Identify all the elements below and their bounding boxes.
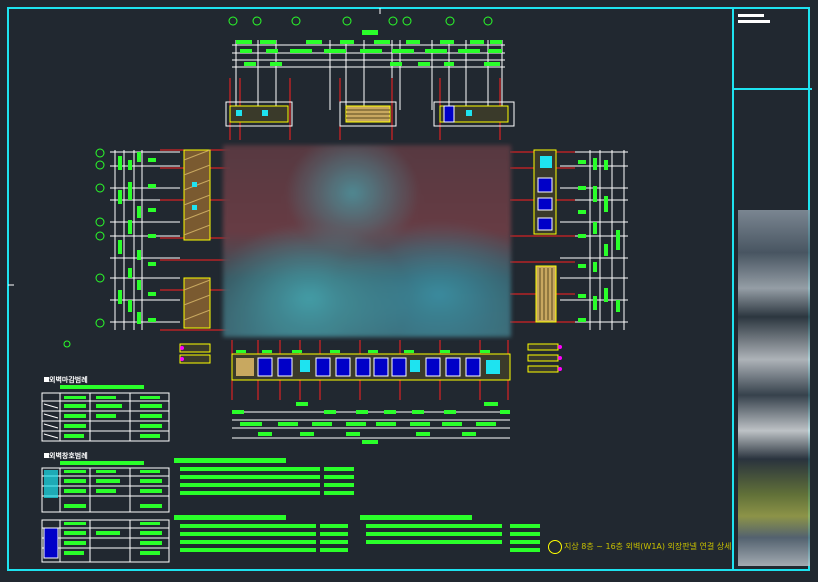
legend-table-window[interactable] — [41, 453, 170, 563]
title-block-image — [738, 210, 810, 566]
legend-table-finish[interactable] — [41, 340, 170, 442]
top-elevation[interactable] — [225, 16, 515, 140]
top-grid-bubbles — [228, 16, 493, 26]
title-marker-icon — [548, 540, 562, 554]
bottom-elevation[interactable] — [231, 340, 511, 444]
notes-block — [174, 458, 540, 552]
title-block-header — [734, 8, 812, 90]
legend-window-title: 외벽창호범례 — [49, 452, 88, 460]
logo-bar — [738, 14, 764, 17]
right-small-details — [527, 343, 562, 373]
legend-finish-title: 외벽마감범례 — [49, 376, 88, 384]
top-section-blocks — [225, 101, 515, 127]
left-elevation[interactable] — [95, 148, 230, 331]
blurred-rendering-image — [223, 145, 511, 337]
bottom-top-dimension-text — [236, 350, 490, 353]
drawing-title: 지상 8층 ~ 16층 외벽(W1A) 외장판넬 연결 상세 — [564, 542, 732, 551]
left-small-details — [179, 343, 211, 364]
left-grid-bubbles — [95, 148, 105, 328]
logo-bar — [738, 20, 770, 23]
right-elevation[interactable] — [510, 149, 628, 330]
title-block[interactable] — [732, 8, 812, 570]
right-dimension-text — [578, 158, 620, 322]
left-section-blocks — [183, 149, 211, 329]
